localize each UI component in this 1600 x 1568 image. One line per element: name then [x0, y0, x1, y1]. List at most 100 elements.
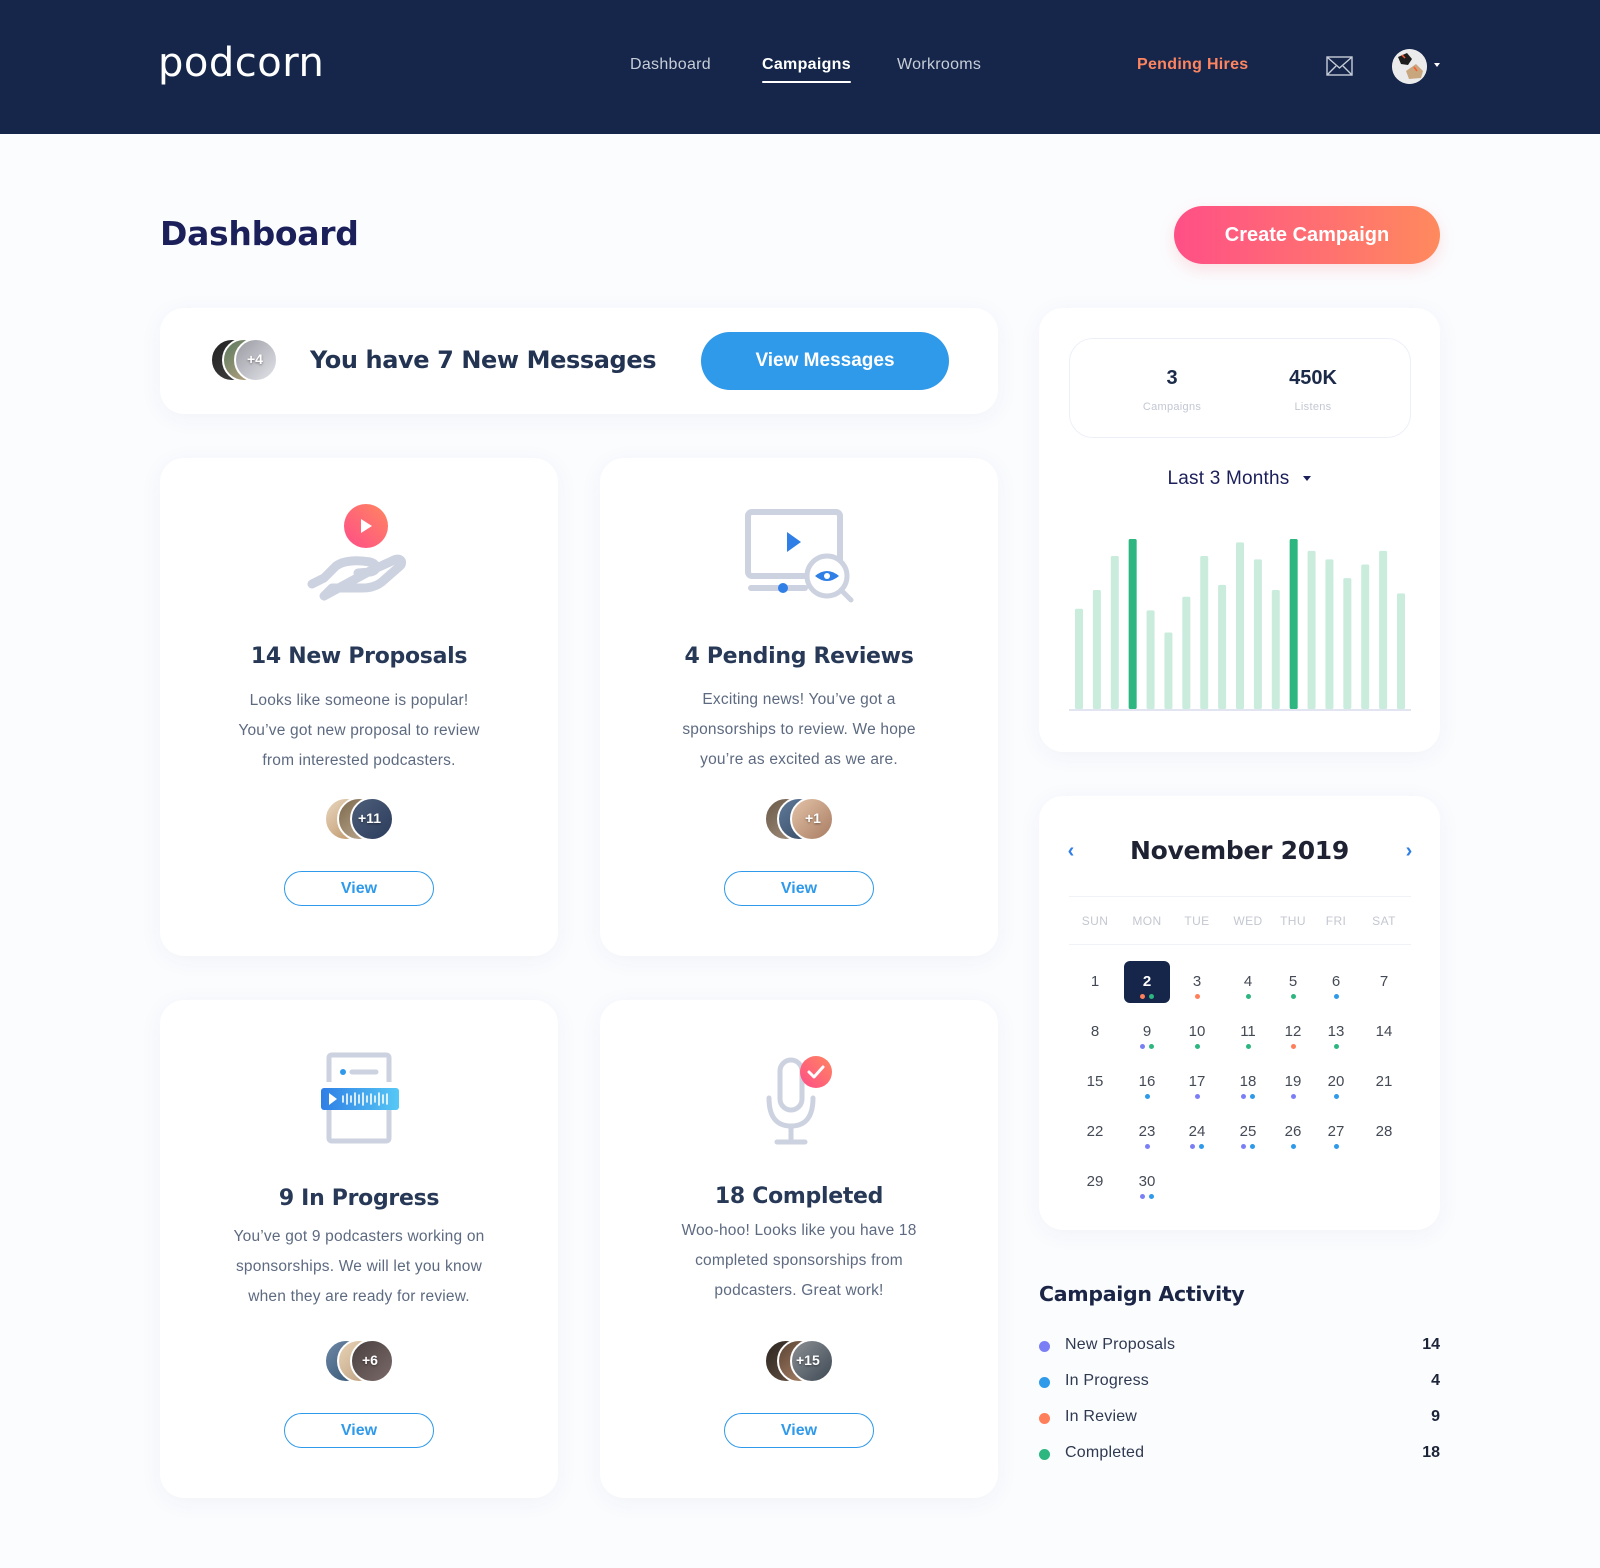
listens-bar-chart	[1069, 539, 1411, 711]
chart-bar	[1092, 590, 1101, 709]
calendar-day[interactable]: 24	[1174, 1111, 1220, 1153]
card-title: 14 New Proposals	[250, 644, 468, 669]
calendar-day[interactable]: 28	[1361, 1111, 1407, 1153]
podcaster-avatars: +1	[764, 797, 834, 843]
campaign-activity-title: Campaign Activity	[1039, 1282, 1245, 1306]
status-dot-proposal	[1039, 1341, 1050, 1352]
calendar-day[interactable]: 17	[1174, 1061, 1220, 1103]
calendar-day[interactable]: 29	[1072, 1161, 1118, 1203]
event-dot-proposal	[1241, 1144, 1246, 1149]
calendar-day[interactable]: 16	[1124, 1061, 1170, 1103]
event-dot-progress	[1290, 1144, 1296, 1149]
status-dot-progress	[1039, 1377, 1050, 1388]
calendar-day[interactable]: 27	[1313, 1111, 1359, 1153]
day-number: 19	[1284, 1073, 1302, 1090]
messages-banner: +4 You have 7 New Messages View Messages	[160, 308, 998, 414]
calendar-day[interactable]: 10	[1174, 1011, 1220, 1053]
campaigns-count: 3	[1166, 367, 1178, 389]
calendar-day[interactable]: 30	[1124, 1161, 1170, 1203]
day-number: 24	[1188, 1123, 1206, 1140]
podcorn-logo[interactable]: podcorn	[158, 40, 324, 86]
day-number: 23	[1138, 1123, 1156, 1140]
activity-label: Completed	[1065, 1444, 1145, 1461]
calendar-day[interactable]: 23	[1124, 1111, 1170, 1153]
calendar-day[interactable]: 19	[1270, 1061, 1316, 1103]
activity-row: New Proposals 14	[1039, 1334, 1440, 1358]
weekday-header: FRI	[1325, 914, 1347, 928]
calendar-day[interactable]: 18	[1225, 1061, 1271, 1103]
day-number: 5	[1288, 973, 1298, 990]
day-number: 25	[1239, 1123, 1257, 1140]
mail-icon[interactable]	[1326, 56, 1353, 76]
weekday-header: TUE	[1184, 914, 1210, 928]
event-dot-completed	[1194, 1044, 1200, 1049]
calendar-day[interactable]: 7	[1361, 961, 1407, 1003]
calendar-day[interactable]: 6	[1313, 961, 1359, 1003]
caret-down-icon[interactable]	[1434, 63, 1440, 67]
create-campaign-button[interactable]: Create Campaign	[1174, 206, 1440, 264]
event-dot-completed	[1149, 994, 1154, 999]
calendar-day[interactable]: 15	[1072, 1061, 1118, 1103]
calendar-day[interactable]: 20	[1313, 1061, 1359, 1103]
calendar-day[interactable]: 21	[1361, 1061, 1407, 1103]
avatar-overflow-count: +6	[362, 1352, 378, 1368]
event-dots	[1124, 1094, 1170, 1099]
event-dots	[1313, 1044, 1359, 1049]
calendar-day[interactable]: 25	[1225, 1111, 1271, 1153]
date-range-dropdown[interactable]: Last 3 Months	[1039, 468, 1440, 490]
calendar-day[interactable]: 1	[1072, 961, 1118, 1003]
nav-dashboard[interactable]: Dashboard	[630, 56, 711, 74]
view-in-progress-button[interactable]: View	[284, 1413, 434, 1448]
user-avatar[interactable]	[1392, 49, 1427, 84]
view-messages-button[interactable]: View Messages	[701, 332, 949, 390]
event-dots	[1225, 1144, 1271, 1149]
event-dot-progress	[1199, 1144, 1204, 1149]
chart-bar	[1307, 550, 1316, 709]
calendar-day[interactable]: 8	[1072, 1011, 1118, 1053]
nav-workrooms[interactable]: Workrooms	[897, 56, 981, 74]
calendar-day[interactable]: 22	[1072, 1111, 1118, 1153]
event-dot-proposal	[1144, 1144, 1150, 1149]
calendar-day[interactable]: 9	[1124, 1011, 1170, 1053]
calendar-day[interactable]: 4	[1225, 961, 1271, 1003]
listens-count: 450K	[1289, 367, 1337, 389]
day-number: 29	[1086, 1173, 1104, 1190]
listens-label: Listens	[1294, 401, 1332, 413]
day-number: 18	[1239, 1073, 1257, 1090]
event-dot-review	[1194, 994, 1200, 999]
event-dots	[1174, 1094, 1220, 1099]
day-number: 28	[1375, 1123, 1393, 1140]
view-reviews-button[interactable]: View	[724, 871, 874, 906]
chart-bar	[1146, 610, 1155, 709]
new-messages-text: You have 7 New Messages	[310, 346, 657, 374]
view-proposals-button[interactable]: View	[284, 871, 434, 906]
nav-pending-hires[interactable]: Pending Hires	[1137, 56, 1248, 74]
card-description: Looks like someone is popular! You’ve go…	[200, 686, 518, 776]
event-dots	[1313, 1094, 1359, 1099]
calendar-day[interactable]: 5	[1270, 961, 1316, 1003]
card-description: Woo-hoo! Looks like you have 18 complete…	[640, 1216, 958, 1306]
chart-bar	[1343, 578, 1352, 709]
listens-summary-card: 3 Campaigns 450K Listens Last 3 Months	[1039, 308, 1440, 752]
chart-bar	[1379, 550, 1388, 709]
calendar-day[interactable]: 26	[1270, 1111, 1316, 1153]
chevron-right-icon[interactable]: ›	[1401, 841, 1417, 861]
calendar-day[interactable]: 2	[1124, 961, 1170, 1003]
calendar-day[interactable]: 13	[1313, 1011, 1359, 1053]
view-completed-button[interactable]: View	[724, 1413, 874, 1448]
calendar-day[interactable]: 3	[1174, 961, 1220, 1003]
campaigns-label: Campaigns	[1142, 401, 1202, 413]
nav-campaigns[interactable]: Campaigns	[762, 56, 851, 83]
calendar-day[interactable]: 12	[1270, 1011, 1316, 1053]
completed-card: 18 Completed Woo-hoo! Looks like you hav…	[600, 1000, 998, 1498]
event-dots	[1174, 994, 1220, 999]
event-dot-proposal	[1194, 1094, 1200, 1099]
calendar-day[interactable]: 14	[1361, 1011, 1407, 1053]
chart-bar	[1236, 542, 1244, 709]
event-dots	[1225, 1094, 1271, 1099]
day-number: 11	[1240, 1023, 1256, 1040]
calendar-day[interactable]: 11	[1225, 1011, 1271, 1053]
weekday-header: SUN	[1081, 914, 1109, 928]
event-dot-proposal	[1290, 1094, 1296, 1099]
description-line: you’re as excited as we are.	[700, 751, 898, 768]
